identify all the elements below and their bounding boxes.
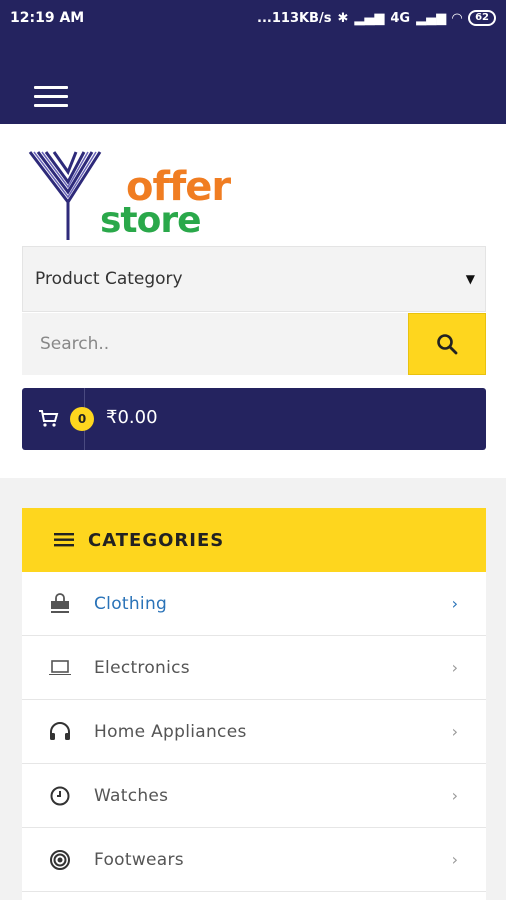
product-category-value: Product Category <box>35 269 183 289</box>
status-time: 12:19 AM <box>10 10 85 26</box>
chevron-right-icon: › <box>451 722 458 741</box>
status-icons: ...113KB/s ✱ ▂▄▆ 4G ▂▄▆ ◠ 62 <box>257 10 496 26</box>
clock-icon <box>50 786 70 806</box>
signal-icon: ▂▄▆ <box>354 10 385 26</box>
categories-title: CATEGORIES <box>88 529 225 551</box>
category-label: Footwears <box>94 849 184 870</box>
category-label: Home Appliances <box>94 721 247 742</box>
shopping-bag-icon <box>51 593 69 613</box>
cart-summary-button[interactable]: 0 ₹0.00 <box>22 388 486 450</box>
product-category-select[interactable]: Product Category ▼ <box>22 246 486 312</box>
menu-line-icon <box>34 95 68 98</box>
cart-total: ₹0.00 <box>106 407 158 428</box>
battery-icon: 62 <box>468 10 496 26</box>
cart-count-badge: 0 <box>70 407 94 431</box>
category-item-footwears[interactable]: Footwears › <box>22 828 486 892</box>
categories-panel: CATEGORIES Clothing › Electronics › Home… <box>22 508 486 900</box>
menu-line-icon <box>34 104 68 107</box>
chevron-right-icon: › <box>451 850 458 869</box>
chevron-right-icon: › <box>451 786 458 805</box>
category-label: Electronics <box>94 657 190 678</box>
bluetooth-icon: ✱ <box>337 10 349 26</box>
dropdown-arrow-icon: ▼ <box>465 272 475 286</box>
hamburger-menu-button[interactable] <box>34 86 68 110</box>
target-icon <box>50 850 70 870</box>
offer-store-logo[interactable]: offer store <box>28 140 231 250</box>
search-icon <box>437 334 458 355</box>
logo-text-store: store <box>100 200 202 241</box>
signal-icon-2: ▂▄▆ <box>416 10 447 26</box>
status-bar: 12:19 AM ...113KB/s ✱ ▂▄▆ 4G ▂▄▆ ◠ 62 <box>0 0 506 36</box>
category-item-electronics[interactable]: Electronics › <box>22 636 486 700</box>
network-type: 4G <box>390 10 411 26</box>
category-item-clothing[interactable]: Clothing › <box>22 572 486 636</box>
search-button[interactable] <box>408 313 486 375</box>
headphones-icon <box>50 722 70 740</box>
app-bar <box>0 36 506 124</box>
chevron-right-icon: › <box>451 658 458 677</box>
search-input[interactable] <box>22 313 408 375</box>
chevron-right-icon: › <box>451 594 458 613</box>
search-bar <box>22 313 486 375</box>
category-item-home-appliances[interactable]: Home Appliances › <box>22 700 486 764</box>
wifi-icon: ◠ <box>452 10 463 26</box>
laptop-icon <box>49 660 71 675</box>
category-label: Clothing <box>94 593 168 614</box>
shopping-cart-icon <box>39 410 59 427</box>
category-item-watches[interactable]: Watches › <box>22 764 486 828</box>
menu-line-icon <box>34 86 68 89</box>
network-speed: ...113KB/s <box>257 10 332 26</box>
category-label: Watches <box>94 785 169 806</box>
list-icon <box>54 533 74 547</box>
categories-header[interactable]: CATEGORIES <box>22 508 486 572</box>
